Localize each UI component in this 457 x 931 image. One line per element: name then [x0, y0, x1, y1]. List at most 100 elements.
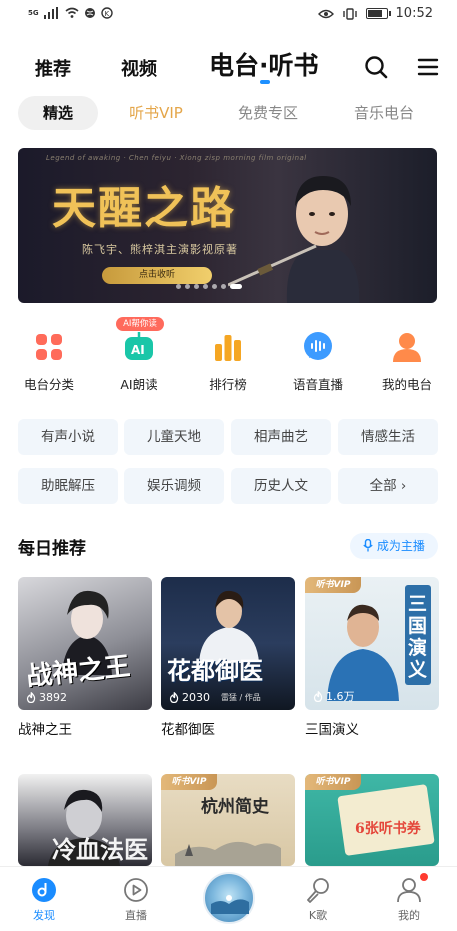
daily-section-title: 每日推荐: [18, 539, 86, 559]
k-app-icon: K: [100, 7, 113, 19]
bottom-nav: 发现 直播 K歌 我的: [0, 866, 457, 931]
menu-icon[interactable]: [416, 54, 442, 80]
svg-text:AI: AI: [131, 343, 145, 357]
quick-my-radio[interactable]: 我的电台: [362, 330, 452, 393]
quick-label: 语音直播: [292, 377, 343, 392]
segment-music-radio[interactable]: 音乐电台: [342, 96, 426, 130]
play-count-value: 1.6万: [326, 690, 355, 703]
book-card[interactable]: 战神之王 3892: [18, 577, 152, 710]
status-left: 5G K: [28, 7, 113, 19]
cover-title: 冷血法医: [52, 835, 148, 864]
tab-recommend[interactable]: 推荐: [35, 55, 71, 81]
grid-icon: [36, 334, 62, 360]
battery-icon: [365, 8, 391, 19]
banner-dot: [203, 284, 208, 289]
quick-label: 电台分类: [23, 377, 74, 392]
category-chip[interactable]: 助眠解压: [18, 468, 118, 504]
bottom-tab-label: 发现: [33, 909, 55, 922]
eye-icon: [317, 9, 334, 18]
banner-dot: [230, 284, 242, 289]
voice-bubble-icon: [304, 332, 332, 360]
book-card[interactable]: 听书VIP 杭州简史: [161, 774, 295, 866]
category-chip[interactable]: 相声曲艺: [231, 419, 331, 455]
banner-cast-line: 陈飞宇、熊梓淇主演影视原著: [82, 243, 238, 256]
banner-listen-button[interactable]: 点击收听: [102, 267, 212, 284]
book-card[interactable]: 听书VIP 三国演义 1.6万: [305, 577, 439, 710]
segment-free-zone[interactable]: 免费专区: [226, 96, 310, 130]
quick-ranking[interactable]: 排行榜: [183, 330, 273, 393]
category-chip[interactable]: 娱乐调频: [124, 468, 224, 504]
become-host-button[interactable]: 成为主播: [350, 533, 438, 559]
banner-dot: [221, 284, 226, 289]
vip-tag: 听书VIP: [305, 774, 361, 790]
user-icon: [397, 878, 421, 903]
quick-radio-category[interactable]: 电台分类: [4, 330, 94, 393]
notification-dot: [420, 873, 428, 881]
status-right: 10:52: [317, 6, 433, 21]
cover-title-panel: 三国演义: [405, 585, 431, 685]
cover-title: 6张听书券: [355, 821, 421, 837]
clock: 10:52: [395, 6, 433, 21]
bottom-tab-discover[interactable]: 发现: [14, 877, 74, 923]
now-playing-cover-image: [211, 895, 249, 914]
bottom-tab-label: 我的: [398, 909, 420, 922]
banner-top-line: Legend of awaking · Chen feiyu · Xiong z…: [46, 154, 307, 162]
cover-title: 花都御医: [167, 656, 263, 685]
globe-icon: [84, 8, 95, 18]
quick-label: 我的电台: [381, 377, 432, 392]
segment-featured[interactable]: 精选: [18, 96, 98, 130]
flame-icon: [169, 692, 179, 703]
sword-image: [228, 244, 317, 287]
ai-badge: AI帮你读: [116, 317, 164, 331]
banner-dot: [185, 284, 190, 289]
book-title[interactable]: 三国演义: [305, 718, 359, 738]
now-playing-disc[interactable]: [203, 872, 255, 924]
book-title[interactable]: 花都御医: [161, 718, 215, 738]
wifi-icon: [65, 7, 79, 18]
banner-title: 天醒之路: [52, 183, 236, 234]
bottom-tab-mine[interactable]: 我的: [379, 877, 439, 923]
category-chip[interactable]: 情感生活: [338, 419, 438, 455]
quick-label: AI朗读: [120, 377, 158, 392]
vip-tag: 听书VIP: [161, 774, 217, 790]
banner-dot: [176, 284, 181, 289]
bar-chart-icon: [215, 335, 241, 361]
play-count: 2030: [169, 691, 210, 704]
music-note-disc-icon: [32, 878, 56, 902]
category-chip[interactable]: 有声小说: [18, 419, 118, 455]
quick-ai-read[interactable]: AI AI朗读: [94, 330, 184, 393]
book-card[interactable]: 花都御医 2030 雷猛 / 作品: [161, 577, 295, 710]
vibrate-icon: [342, 7, 357, 20]
promo-banner[interactable]: Legend of awaking · Chen feiyu · Xiong z…: [18, 148, 437, 303]
category-chip-all[interactable]: 全部 ›: [338, 468, 438, 504]
bottom-tab-label: K歌: [308, 909, 328, 922]
search-icon[interactable]: [363, 54, 389, 80]
top-nav: 推荐 视频 电台·听书: [0, 40, 457, 90]
play-count-value: 2030: [182, 691, 210, 704]
become-host-label: 成为主播: [376, 539, 425, 553]
play-count: 3892: [26, 691, 67, 704]
book-title[interactable]: 战神之王: [18, 718, 72, 738]
banner-dot: [194, 284, 199, 289]
segment-audiobook-vip[interactable]: 听书VIP: [118, 96, 194, 130]
flame-icon: [313, 690, 323, 702]
tab-radio-audiobook[interactable]: 电台·听书: [209, 46, 319, 82]
cover-title: 三国演义: [408, 593, 428, 681]
book-card[interactable]: 冷血法医: [18, 774, 152, 866]
cover-landscape-image: [175, 841, 281, 866]
segment-tabs: 精选 听书VIP 免费专区 音乐电台: [0, 96, 457, 130]
book-author: 雷猛 / 作品: [221, 693, 261, 702]
book-card[interactable]: 听书VIP 6张听书券: [305, 774, 439, 866]
bottom-tab-karaoke[interactable]: K歌: [288, 877, 348, 923]
play-count: 1.6万: [313, 688, 355, 704]
play-circle-icon: [124, 878, 148, 902]
active-tab-indicator: [260, 80, 270, 84]
bottom-tab-live[interactable]: 直播: [106, 877, 166, 923]
tab-video[interactable]: 视频: [121, 55, 157, 81]
category-chip[interactable]: 历史人文: [231, 468, 331, 504]
microphone-icon: [363, 538, 373, 552]
category-chip[interactable]: 儿童天地: [124, 419, 224, 455]
quick-voice-live[interactable]: 语音直播: [273, 330, 363, 393]
microphone-icon: [307, 878, 329, 903]
cover-performer-image: [327, 604, 399, 701]
